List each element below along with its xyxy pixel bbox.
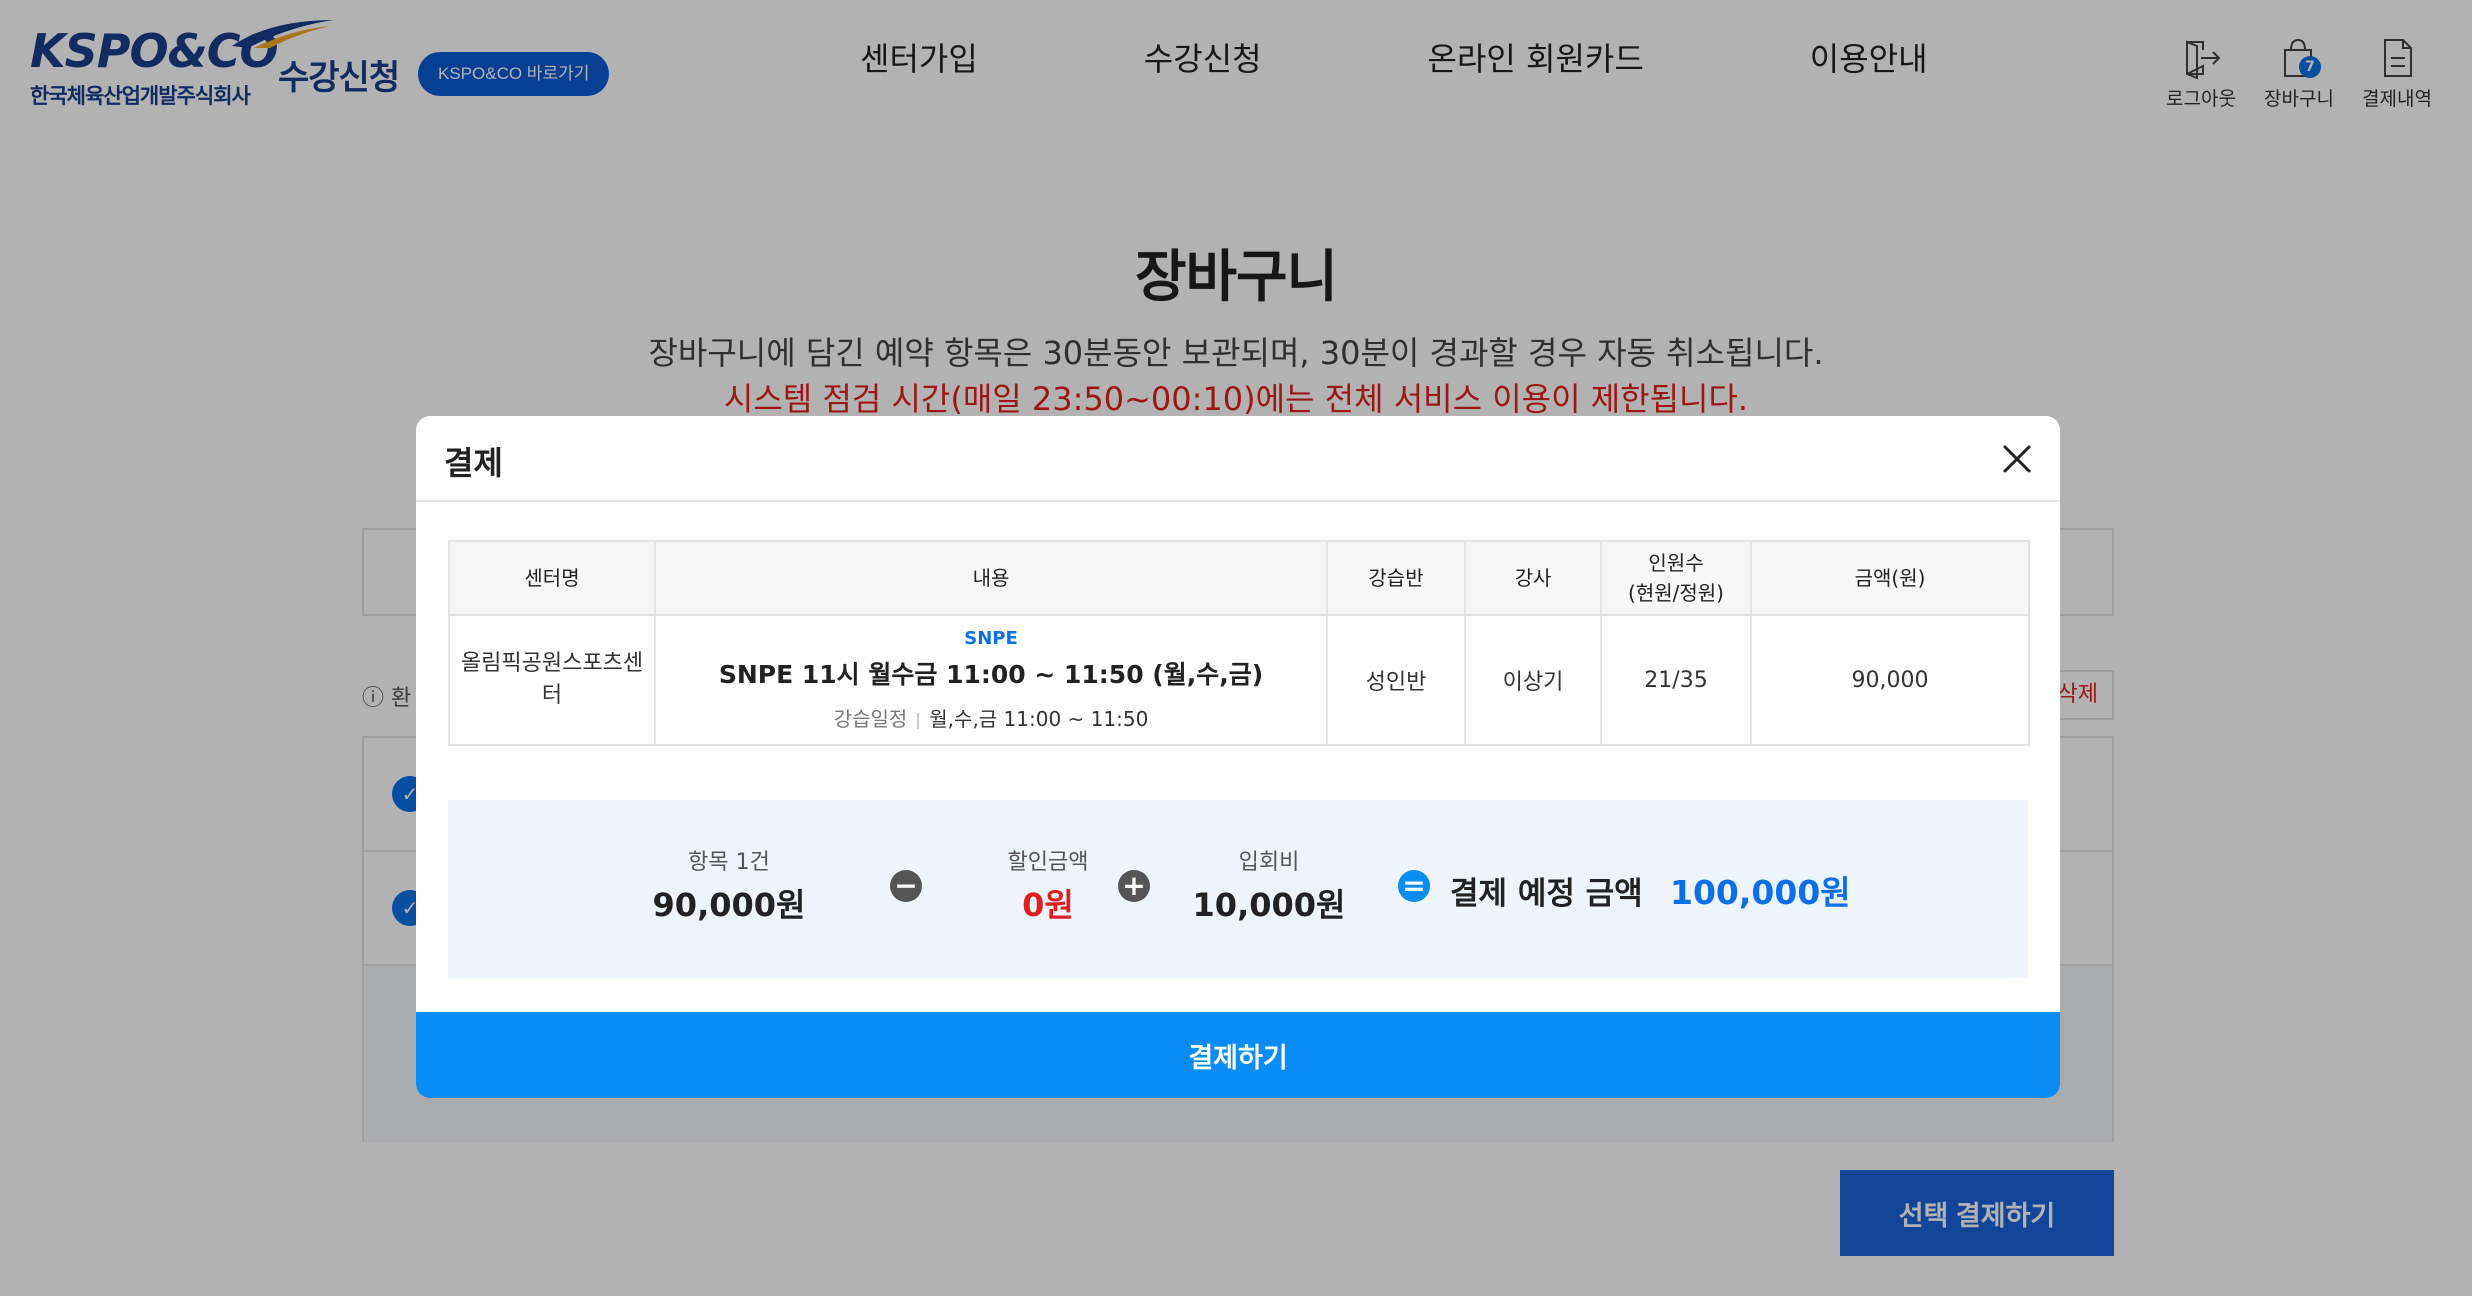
schedule-divider [917, 712, 920, 729]
modal-header: 결제 [416, 416, 2060, 502]
fee-value: 10,000원 [1192, 886, 1346, 924]
items-value: 90,000원 [652, 886, 806, 924]
col-class: 강습반 [1326, 540, 1466, 616]
pay-button[interactable]: 결제하기 [416, 1012, 2060, 1098]
schedule-label: 강습일정 [833, 707, 908, 731]
payment-table: 센터명 내용 강습반 강사 인원수 (현원/정원) 금액(원) 올림픽공원스포츠… [448, 540, 2030, 746]
col-center: 센터명 [448, 540, 656, 616]
minus-icon: − [890, 870, 922, 902]
payment-modal: 결제 센터명 내용 강습반 강사 인원수 (현원/정원) 금액(원) 올림픽공원… [416, 416, 2060, 1098]
row-count: 21/35 [1600, 614, 1752, 746]
row-class: 성인반 [1326, 614, 1466, 746]
col-content: 내용 [654, 540, 1328, 616]
row-center: 올림픽공원스포츠센터 [448, 614, 656, 746]
col-count-line1: 인원수 [1648, 551, 1704, 575]
fee-label: 입회비 [1238, 850, 1300, 875]
discount-value: 0원 [1022, 886, 1074, 924]
schedule: 강습일정 월,수,금 11:00 ~ 11:50 [666, 703, 1316, 732]
close-icon [2003, 445, 2031, 473]
col-count-line2: (현원/정원) [1628, 581, 1724, 605]
equals-icon: = [1398, 870, 1430, 902]
program-tag: SNPE [964, 628, 1018, 649]
summary-items: 항목 1건 90,000원 [624, 844, 834, 926]
table-header-row: 센터명 내용 강습반 강사 인원수 (현원/정원) 금액(원) [448, 540, 2030, 616]
table-row: 올림픽공원스포츠센터 SNPE SNPE 11시 월수금 11:00 ~ 11:… [448, 614, 2030, 746]
plus-icon: + [1118, 870, 1150, 902]
discount-label: 할인금액 [1007, 850, 1089, 875]
row-price: 90,000 [1750, 614, 2030, 746]
summary-discount: 할인금액 0원 [968, 844, 1128, 926]
close-button[interactable] [1996, 438, 2038, 480]
schedule-value: 월,수,금 11:00 ~ 11:50 [929, 707, 1149, 731]
total-value: 100,000원 [1670, 873, 1851, 912]
course-name: SNPE 11시 월수금 11:00 ~ 11:50 (월,수,금) [718, 660, 1264, 689]
row-content: SNPE SNPE 11시 월수금 11:00 ~ 11:50 (월,수,금) … [654, 614, 1328, 746]
total-label: 결제 예정 금액 [1450, 876, 1643, 912]
payment-summary: 항목 1건 90,000원 − 할인금액 0원 + 입회비 10,000원 = … [448, 800, 2028, 978]
row-instructor: 이상기 [1464, 614, 1602, 746]
col-count: 인원수 (현원/정원) [1600, 540, 1752, 616]
modal-title: 결제 [444, 444, 503, 482]
col-price: 금액(원) [1750, 540, 2030, 616]
items-label: 항목 1건 [688, 850, 770, 875]
summary-fee: 입회비 10,000원 [1174, 844, 1364, 926]
col-instructor: 강사 [1464, 540, 1602, 616]
